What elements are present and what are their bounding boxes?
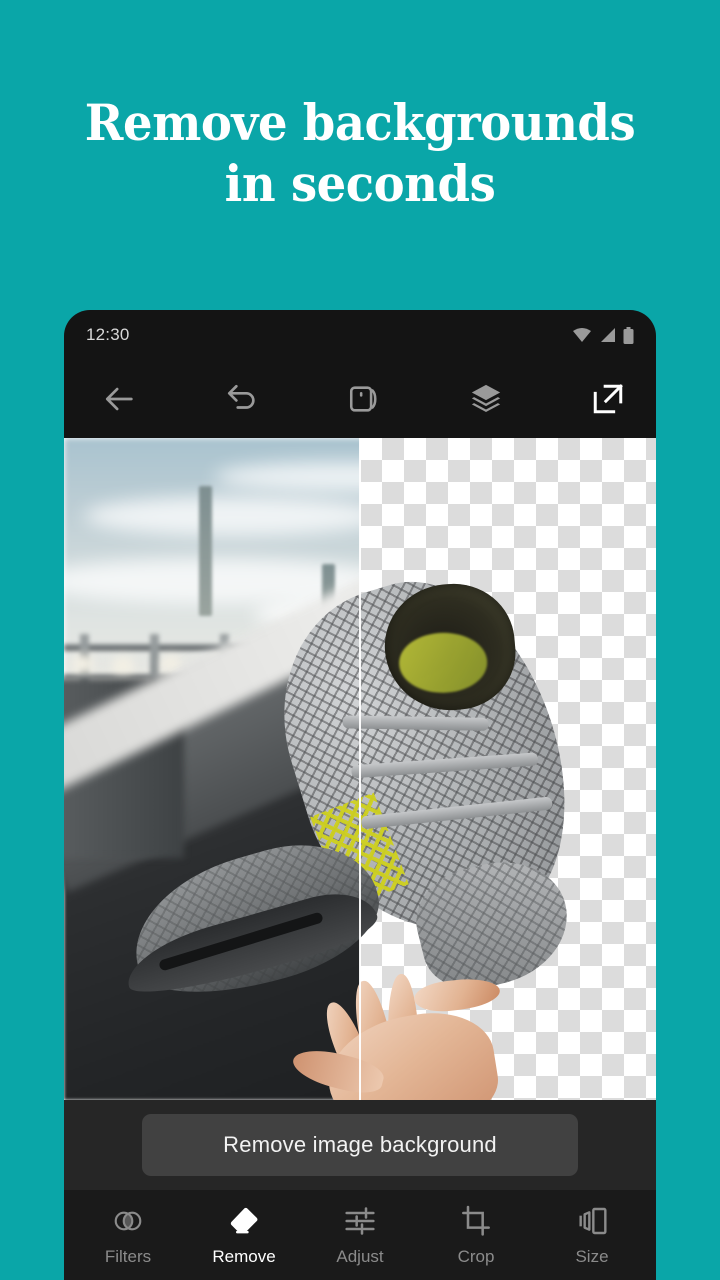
image-canvas[interactable]	[64, 438, 656, 1100]
layers-icon	[471, 384, 501, 413]
split-divider[interactable]	[359, 438, 361, 1100]
phone-mockup: 12:30 Remove image background Filters Re…	[64, 310, 656, 1280]
undo-button[interactable]	[212, 369, 272, 429]
compare-icon	[349, 386, 377, 412]
compare-button[interactable]	[334, 369, 394, 429]
back-button[interactable]	[90, 369, 150, 429]
nav-label-adjust: Adjust	[336, 1246, 384, 1266]
nav-label-size: Size	[575, 1246, 609, 1266]
status-bar: 12:30	[64, 310, 656, 360]
status-bar-clock: 12:30	[86, 325, 130, 344]
arrow-left-icon	[105, 387, 133, 411]
eraser-icon	[228, 1204, 260, 1238]
canvas-original-pane	[64, 438, 360, 1100]
nav-item-adjust[interactable]: Adjust	[314, 1204, 406, 1267]
filters-icon	[112, 1204, 144, 1238]
promo-headline: Remove backgrounds in seconds	[84, 93, 636, 213]
bottom-nav: Filters Remove Adjust Crop Size	[64, 1190, 656, 1280]
nav-item-size[interactable]: Size	[546, 1204, 638, 1267]
remove-background-button[interactable]: Remove image background	[142, 1114, 578, 1176]
nav-label-crop: Crop	[457, 1246, 495, 1266]
status-bar-icons	[572, 326, 634, 344]
nav-label-remove: Remove	[212, 1246, 276, 1266]
undo-icon	[227, 384, 255, 409]
cutout-scene	[360, 438, 656, 1100]
battery-icon	[623, 326, 634, 344]
canvas-cutout-pane	[360, 438, 656, 1100]
cellular-signal-icon	[601, 328, 615, 342]
photo-scene	[64, 438, 360, 1100]
export-icon	[593, 384, 623, 414]
hand-subject	[232, 958, 360, 1100]
layers-button[interactable]	[456, 369, 516, 429]
hand-cutout	[360, 958, 532, 1100]
editor-toolbar	[64, 360, 656, 438]
cta-panel: Remove image background	[64, 1100, 656, 1190]
sliders-icon	[344, 1204, 376, 1238]
crop-icon	[460, 1204, 492, 1238]
export-button[interactable]	[578, 369, 638, 429]
nav-item-crop[interactable]: Crop	[430, 1204, 522, 1267]
nav-item-filters[interactable]: Filters	[82, 1204, 174, 1267]
nav-item-remove[interactable]: Remove	[198, 1204, 290, 1267]
resize-icon	[576, 1204, 608, 1238]
wifi-icon	[573, 328, 591, 342]
nav-label-filters: Filters	[104, 1246, 152, 1266]
